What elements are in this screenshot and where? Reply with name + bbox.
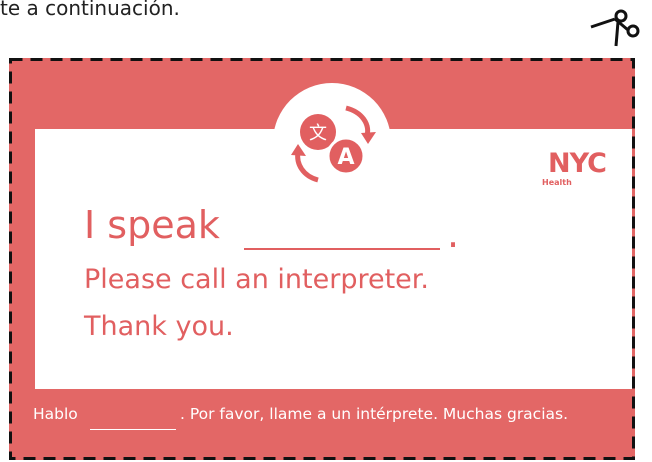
please-call-line: Please call an interpreter. <box>84 264 429 295</box>
logo-sub: Health <box>542 178 572 187</box>
nyc-health-logo: NYC Health <box>538 150 616 188</box>
scissors-icon <box>590 9 640 47</box>
header-text: te a continuación. <box>0 0 180 20</box>
translate-icon: 文 A <box>291 105 376 183</box>
speak-label: I speak <box>84 203 220 247</box>
logo-main: NYC <box>547 148 607 179</box>
translate-letter: A <box>337 145 354 170</box>
thank-you-line: Thank you. <box>84 311 234 342</box>
language-blank-line <box>244 248 440 250</box>
footer-hablo: Hablo <box>33 405 78 423</box>
footer-blank-line <box>90 429 176 430</box>
footer-rest: . Por favor, llame a un intérprete. Much… <box>180 405 569 423</box>
speak-period: . <box>447 212 460 256</box>
translate-glyph: 文 <box>309 123 327 144</box>
